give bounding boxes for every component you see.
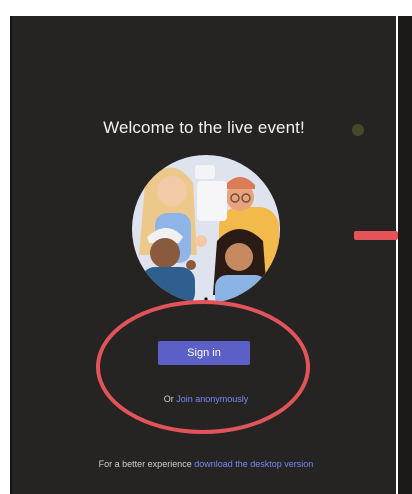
join-anonymously-link[interactable]: Join anonymously	[176, 394, 248, 404]
anon-prefix: Or	[163, 394, 174, 404]
welcome-title: Welcome to the live event!	[103, 118, 305, 137]
better-experience-text: For a better experience	[98, 459, 192, 469]
join-anonymously-line: Or Join anonymously	[0, 394, 412, 404]
moon-icon	[352, 124, 364, 136]
window-edge	[398, 16, 412, 494]
download-desktop-link[interactable]: download the desktop version	[194, 459, 313, 469]
red-arrow-annotation	[354, 231, 398, 240]
desktop-version-line: For a better experience download the des…	[0, 459, 412, 469]
sign-in-button[interactable]: Sign in	[158, 341, 250, 365]
people-group-illustration	[132, 155, 280, 303]
